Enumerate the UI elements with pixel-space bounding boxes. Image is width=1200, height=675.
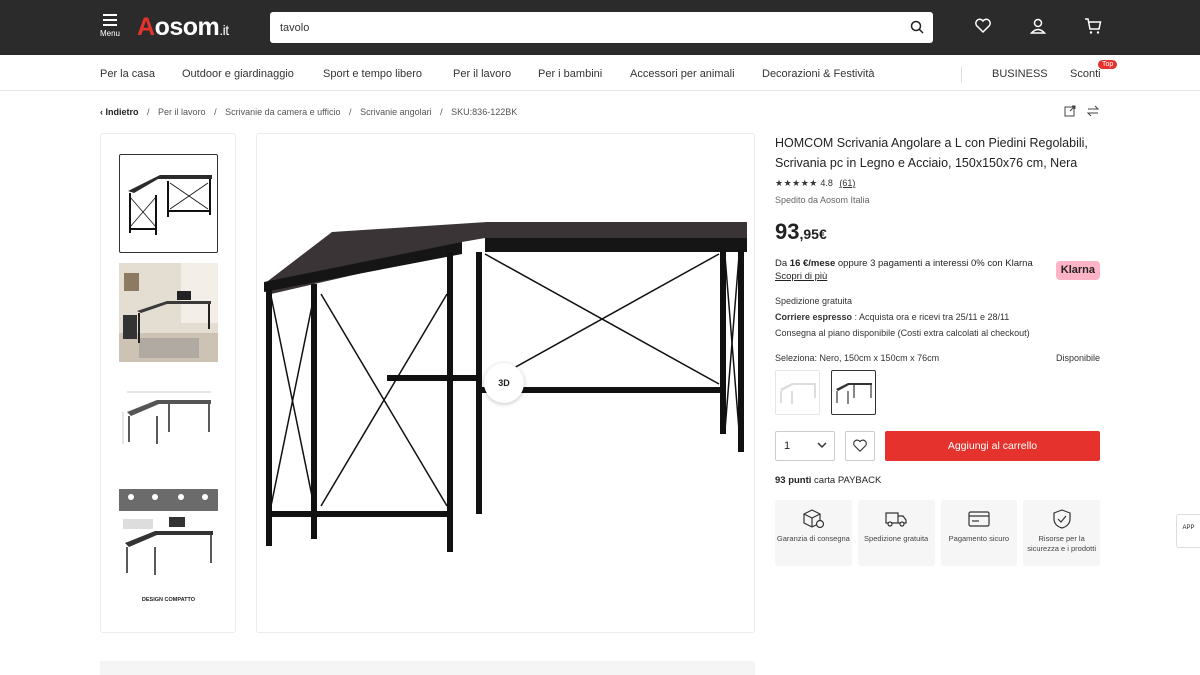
floor-delivery-text: Consegna al piano disponibile (Costi ext… [775, 328, 1030, 338]
feature-secure-payment[interactable]: Pagamento sicuro [940, 500, 1018, 566]
chevron-down-icon [817, 442, 827, 449]
view-3d-button[interactable]: 3D [484, 363, 524, 403]
aosom-logo[interactable]: Aosom.it [137, 13, 229, 42]
shield-check-icon [1053, 509, 1071, 529]
feature-free-shipping[interactable]: Spedizione gratuita [857, 500, 935, 566]
variant-selected-label: Seleziona: Nero, 150cm x 150cm x 76cm [775, 353, 940, 363]
product-title: HOMCOM Scrivania Angolare a L con Piedin… [775, 136, 1088, 170]
heart-icon [853, 439, 867, 453]
variant-selection-row: Seleziona: Nero, 150cm x 150cm x 76cm Di… [775, 353, 1100, 363]
rating-row[interactable]: ★★★★★ 4.8 (61) [775, 178, 1100, 189]
menu-label: Menu [99, 29, 120, 38]
variant-options [775, 370, 1100, 415]
feature-delivery-guarantee[interactable]: Garanzia di consegna [775, 500, 852, 566]
breadcrumb-separator: / [147, 107, 150, 117]
nav-item-per-la-casa[interactable]: Per la casa [100, 68, 155, 80]
nav-item-accessori-animali[interactable]: Accessori per animali [630, 68, 735, 80]
nav-item-sport[interactable]: Sport e tempo libero [323, 68, 422, 80]
nav-item-decorazioni[interactable]: Decorazioni & Festività [762, 68, 875, 80]
feature-badges: Garanzia di consegna Spedizione gratuita… [775, 500, 1100, 566]
review-count[interactable]: (61) [839, 178, 855, 188]
breadcrumb-separator: / [214, 107, 217, 117]
thumbnail-gallery: DESIGN COMPATTO [100, 133, 236, 633]
free-shipping-text: Spedizione gratuita [775, 296, 853, 306]
compare-icon[interactable] [1087, 105, 1099, 117]
credit-card-icon [968, 511, 990, 527]
cart-icon[interactable] [1084, 17, 1102, 35]
variant-white[interactable] [775, 370, 820, 415]
search-bar [270, 12, 933, 43]
nav-item-per-il-lavoro[interactable]: Per il lavoro [453, 68, 511, 80]
rating-stars: ★★★★★ [775, 178, 818, 188]
category-nav: Per la casa Outdoor e giardinaggio Sport… [0, 55, 1200, 91]
thumbnail-4[interactable] [119, 481, 218, 580]
wishlist-heart-icon[interactable] [974, 17, 992, 35]
app-download-tab[interactable]: APP [1176, 514, 1200, 548]
thumbnail-5[interactable]: DESIGN COMPATTO [119, 590, 218, 614]
search-icon[interactable] [910, 20, 924, 34]
thumbnail-5-caption: DESIGN COMPATTO [141, 597, 196, 603]
availability-status: Disponibile [1055, 353, 1100, 363]
nav-divider [961, 67, 962, 83]
warranty-box-icon [803, 509, 825, 529]
klarna-learn-more-link[interactable]: Scopri di più [775, 271, 827, 282]
nav-item-outdoor[interactable]: Outdoor e giardinaggio [182, 68, 294, 80]
thumbnail-2[interactable] [119, 263, 218, 362]
add-to-wishlist-button[interactable] [845, 431, 875, 461]
thumbnail-1[interactable] [119, 154, 218, 253]
lower-section [100, 661, 755, 675]
share-icon[interactable] [1064, 105, 1076, 117]
purchase-row: 1 Aggiungi al carrello [775, 431, 1100, 461]
account-user-icon[interactable] [1029, 17, 1047, 35]
search-input[interactable] [270, 12, 870, 43]
breadcrumb-sku: SKU:836-122BK [451, 107, 518, 117]
variant-black[interactable] [831, 370, 876, 415]
feature-safety-resources[interactable]: Risorse per la sicurezza e i prodotti [1023, 500, 1100, 566]
sconti-top-badge: Top [1098, 60, 1118, 69]
delivery-truck-icon [885, 512, 907, 527]
product-info-panel: HOMCOM Scrivania Angolare a L con Piedin… [775, 133, 1100, 566]
thumbnail-3[interactable] [119, 372, 218, 471]
nav-item-business[interactable]: BUSINESS [992, 68, 1048, 80]
breadcrumb: ‹ Indietro / Per il lavoro / Scrivanie d… [100, 107, 523, 117]
breadcrumb-item[interactable]: Per il lavoro [158, 107, 206, 117]
nav-item-per-i-bambini[interactable]: Per i bambini [538, 68, 602, 80]
nav-item-sconti[interactable]: Sconti [1070, 68, 1101, 80]
product-price: 93,95€ [775, 219, 827, 244]
breadcrumb-item[interactable]: Scrivanie angolari [360, 107, 432, 117]
shipping-info: Spedizione gratuita Corriere espresso : … [775, 293, 1100, 341]
breadcrumb-separator: / [349, 107, 352, 117]
rating-value: 4.8 [820, 178, 833, 188]
courier-text: Corriere espresso : Acquista ora e ricev… [775, 312, 1010, 322]
quantity-select[interactable]: 1 [775, 431, 835, 461]
hamburger-icon [103, 14, 117, 26]
quantity-value: 1 [784, 440, 791, 452]
klarna-logo: Klarna [1055, 261, 1100, 280]
payback-points: 93 punti carta PAYBACK [775, 475, 882, 486]
top-bar: Menu Aosom.it [0, 0, 1200, 55]
klarna-installments: Da 16 €/mese oppure 3 pagamenti a intere… [775, 257, 1100, 283]
breadcrumb-item[interactable]: Scrivanie da camera e ufficio [225, 107, 340, 117]
add-to-cart-button[interactable]: Aggiungi al carrello [885, 431, 1100, 461]
shipped-by: Spedito da Aosom Italia [775, 195, 870, 205]
view-3d-label: 3D [498, 378, 510, 388]
back-link[interactable]: ‹ Indietro [100, 107, 139, 117]
breadcrumb-separator: / [440, 107, 443, 117]
menu-button[interactable]: Menu [96, 12, 124, 42]
